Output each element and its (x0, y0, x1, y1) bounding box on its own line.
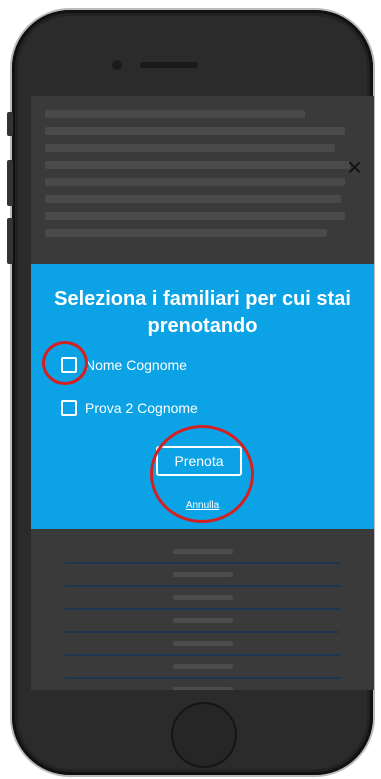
table-row (65, 656, 340, 679)
table-row (65, 633, 340, 656)
background-content (45, 110, 355, 246)
table-row (65, 587, 340, 610)
option-nome-cognome[interactable]: Nome Cognome (61, 357, 187, 373)
phone-mute-switch (7, 112, 13, 136)
option-prova-2-cognome[interactable]: Prova 2 Cognome (61, 400, 198, 416)
phone-camera (112, 60, 122, 70)
close-icon[interactable]: × (347, 154, 362, 180)
prenota-button[interactable]: Prenota (156, 446, 242, 476)
family-selection-modal: Seleziona i familiari per cui stai preno… (31, 264, 374, 529)
option-label: Prova 2 Cognome (85, 400, 198, 416)
annulla-link[interactable]: Annulla (31, 500, 374, 511)
option-label: Nome Cognome (85, 357, 187, 373)
table-row (65, 610, 340, 633)
table-row (65, 541, 340, 564)
table-row (65, 679, 340, 690)
modal-title: Seleziona i familiari per cui stai preno… (54, 288, 351, 337)
checkbox[interactable] (61, 357, 77, 373)
phone-speaker (140, 62, 198, 68)
phone-volume-up (7, 160, 13, 206)
phone-volume-down (7, 218, 13, 264)
phone-home-button[interactable] (171, 702, 237, 768)
app-screen: Seleziona i familiari per cui stai preno… (31, 96, 374, 690)
table-row (65, 564, 340, 587)
background-table (65, 541, 340, 690)
checkbox[interactable] (61, 400, 77, 416)
